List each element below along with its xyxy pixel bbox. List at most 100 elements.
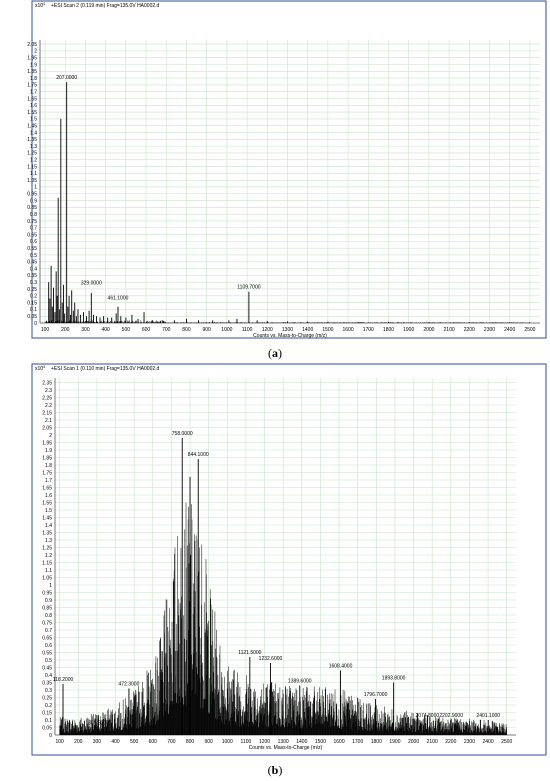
x-tick-label: 1000 (222, 739, 233, 745)
peak-label: 2401.1000 (476, 713, 500, 719)
x-tick-label: 1600 (333, 739, 344, 745)
peak-label: 1608.4000 (329, 664, 353, 670)
y-tick-label: 2.2 (45, 403, 52, 409)
y-tick-label: 1.4 (45, 523, 52, 529)
y-tick-label: 0.05 (42, 725, 52, 731)
caption-close: ) (278, 346, 282, 360)
y-tick-label: 0.65 (27, 232, 37, 238)
x-tick-label: 2200 (464, 327, 475, 333)
y-tick-label: 1.8 (30, 76, 37, 82)
x-tick-label: 2400 (504, 327, 515, 333)
y-tick-label: 1.35 (27, 137, 37, 143)
y-tick-label: 1.25 (27, 151, 37, 157)
y-tick-label: 1.4 (30, 130, 37, 136)
y-tick-label: 2 (34, 49, 37, 55)
y-tick-label: 1.95 (27, 55, 37, 61)
x-tick-label: 1700 (363, 327, 374, 333)
y-tick-label: 1.55 (27, 110, 37, 116)
y-tick-label: 1.65 (42, 485, 52, 491)
x-tick-label: 2100 (427, 739, 438, 745)
x-axis-label: Counts vs. Mass-to-Charge (m/z) (253, 333, 327, 339)
y-tick-label: 1.55 (42, 500, 52, 506)
y-tick-label: 1.3 (45, 538, 52, 544)
y-tick-label: 1.6 (30, 103, 37, 109)
chart-frame (31, 0, 547, 339)
x-tick-label: 2300 (484, 327, 495, 333)
y-tick-label: 0.8 (45, 613, 52, 619)
y-tick-label: 1.85 (27, 69, 37, 75)
x-tick-label: 1800 (383, 327, 394, 333)
x-tick-label: 2000 (408, 739, 419, 745)
spectrum-chart-b: 100 200 300 400 500 600 700 800 900 1000 1100 1200 1… (31, 363, 547, 756)
y-tick-label: 0.25 (27, 287, 37, 293)
y-tick-label: 0.2 (30, 294, 37, 300)
y-tick-label: 0.05 (27, 314, 37, 320)
x-tick-label: 200 (74, 739, 83, 745)
y-tick-label: 0.95 (27, 192, 37, 198)
y-tick-label: 1.5 (45, 508, 52, 514)
spectrum-panel-b: 100 200 300 400 500 600 700 800 900 1000 1100 1200 1… (0, 363, 550, 781)
y-tick-label: 0.7 (45, 628, 52, 634)
peak-label: 1796.7000 (364, 692, 388, 698)
x-tick-label: 2100 (444, 327, 455, 333)
x-tick-label: 500 (130, 739, 139, 745)
peak-label: 1109.7000 (237, 285, 260, 291)
y-tick-label: 0.55 (42, 650, 52, 656)
y-tick-label: 1.9 (45, 448, 52, 454)
y-tick-label: 0.45 (42, 665, 52, 671)
y-tick-label: 1.6 (45, 493, 52, 499)
y-tick-label: 0.65 (42, 635, 52, 641)
y-tick-label: 1.5 (30, 117, 37, 123)
peak-label: 118.2000 (53, 677, 74, 683)
y-tick-label: 1.45 (42, 515, 52, 521)
x-tick-label: 900 (202, 327, 211, 333)
caption-close: ) (278, 763, 283, 777)
chart-title: +ESI Scan 1 (0.110 min) Frag=135.0V HA00… (51, 366, 160, 372)
x-tick-label: 400 (111, 739, 120, 745)
y-tick-label: 1.1 (45, 568, 52, 574)
y-tick-label: 1.3 (30, 144, 37, 150)
y-tick-label: 0.3 (45, 688, 52, 694)
x-tick-label: 200 (61, 327, 70, 333)
y-tick-label: 0.7 (30, 226, 37, 232)
x-tick-label: 300 (81, 327, 90, 333)
chart-title: +ESI Scan 2 (0.119 min) Frag=135.0V HA00… (51, 3, 160, 9)
x-tick-label: 1900 (403, 327, 414, 333)
y-tick-label: 1.25 (42, 545, 52, 551)
x-tick-label: 2500 (524, 327, 535, 333)
chart-frame (31, 363, 547, 756)
x-tick-label: 1600 (343, 327, 354, 333)
y-tick-label: 0.4 (30, 266, 37, 272)
y-exponent-power: 4 (43, 2, 45, 6)
peak-label: 472.3000 (119, 682, 140, 688)
y-tick-label: 1.1 (30, 171, 37, 177)
x-tick-label: 1000 (221, 327, 232, 333)
y-tick-label: 0 (34, 321, 37, 327)
y-tick-label: 1.95 (42, 440, 52, 446)
x-tick-label: 1800 (371, 739, 382, 745)
y-tick-label: 0.35 (42, 680, 52, 686)
spectrum-chart-a: 100 200 300 400 500 600 700 800 900 1000 1100 1200 1… (27, 0, 547, 339)
y-tick-label: 1.7 (45, 478, 52, 484)
peak-label: 461.1000 (108, 296, 129, 302)
y-tick-label: 0.8 (30, 212, 37, 218)
panel-caption-a: (a) (0, 346, 550, 361)
x-tick-label: 800 (182, 327, 191, 333)
y-tick-label: 1.35 (42, 530, 52, 536)
x-tick-label: 700 (167, 739, 176, 745)
y-tick-label: 2 (49, 433, 52, 439)
x-tick-label: 800 (186, 739, 195, 745)
peak-label: 1232.6000 (259, 656, 283, 662)
y-tick-label: 1.75 (27, 83, 37, 89)
y-tick-label: 1.7 (30, 90, 37, 96)
peak-label: 1389.6000 (288, 679, 312, 685)
x-tick-label: 1900 (389, 739, 400, 745)
x-tick-label: 600 (149, 739, 158, 745)
peak-label: 2074.8000 (416, 713, 440, 719)
x-tick-label: 2000 (423, 327, 434, 333)
y-tick-label: 1.15 (27, 164, 37, 170)
x-tick-label: 100 (41, 327, 50, 333)
y-tick-label: 1.2 (45, 553, 52, 559)
y-tick-label: 0.85 (27, 205, 37, 211)
y-tick-label: 2.3 (45, 388, 52, 394)
